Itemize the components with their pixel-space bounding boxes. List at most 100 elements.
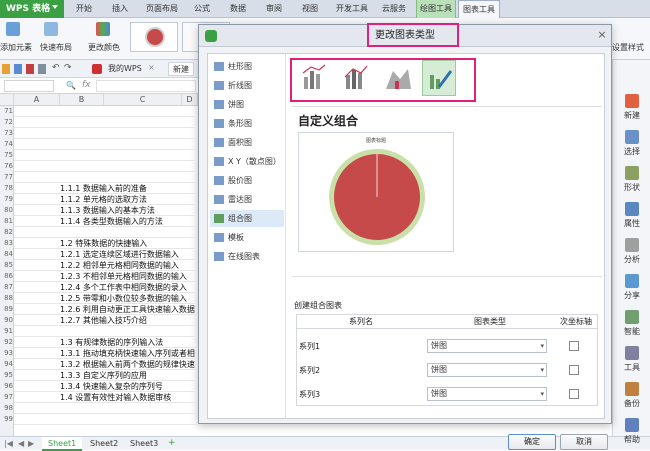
select-all-corner[interactable] <box>0 94 14 106</box>
tab-new[interactable]: 新建 <box>168 62 194 76</box>
row-number[interactable]: 93 <box>0 348 14 359</box>
row-number[interactable]: 71 <box>0 106 14 117</box>
row-number[interactable]: 79 <box>0 194 14 205</box>
row-number[interactable]: 97 <box>0 392 14 403</box>
row-number[interactable]: 88 <box>0 293 14 304</box>
preview-icon[interactable] <box>38 64 46 74</box>
tab-formula[interactable]: 公式 <box>188 0 216 18</box>
row-number[interactable]: 81 <box>0 216 14 227</box>
save-icon[interactable] <box>14 64 22 74</box>
close-icon[interactable]: × <box>595 28 609 42</box>
row-number[interactable]: 91 <box>0 326 14 337</box>
row-number[interactable]: 99 <box>0 414 14 425</box>
tab-developer[interactable]: 开发工具 <box>332 0 372 18</box>
row-number[interactable]: 75 <box>0 150 14 161</box>
sheet-tab-2[interactable]: Sheet2 <box>84 437 124 451</box>
prev-sheet-icon[interactable]: ◀ <box>18 439 24 448</box>
cell-text[interactable]: 1.1.2 单元格的选取方法 <box>60 194 147 205</box>
tab-drawing-tools[interactable]: 绘图工具 <box>416 0 456 18</box>
chart-type-item[interactable]: 模板 <box>210 229 284 246</box>
row-number[interactable]: 95 <box>0 370 14 381</box>
tab-view[interactable]: 视图 <box>296 0 324 18</box>
column-header[interactable]: B <box>60 94 104 106</box>
first-sheet-icon[interactable]: |◀ <box>4 439 13 448</box>
fx-icon[interactable]: fx <box>82 80 91 90</box>
series-chart-type-select[interactable]: 饼图 ▾ <box>427 387 547 401</box>
chart-type-item[interactable]: 饼图 <box>210 96 284 113</box>
tab-home[interactable]: 开始 <box>70 0 98 18</box>
row-number[interactable]: 96 <box>0 381 14 392</box>
print-icon[interactable] <box>26 64 34 74</box>
chart-type-item[interactable]: 在线图表 <box>210 248 284 265</box>
chart-type-item[interactable]: 条形图 <box>210 115 284 132</box>
panel-item-new[interactable]: 新建 <box>613 90 650 126</box>
cell-text[interactable]: 1.1.4 各类型数据输入的方法 <box>60 216 163 227</box>
cell-text[interactable]: 1.2.6 利用自动更正工具快速输入数据 <box>60 304 195 315</box>
tab-close-icon[interactable]: × <box>148 63 155 72</box>
column-header[interactable]: A <box>14 94 60 106</box>
row-number[interactable]: 85 <box>0 260 14 271</box>
chart-type-item[interactable]: 面积图 <box>210 134 284 151</box>
row-number[interactable]: 74 <box>0 139 14 150</box>
panel-item-help[interactable]: 帮助 <box>613 414 650 450</box>
column-header[interactable]: D <box>182 94 198 106</box>
chart-type-item[interactable]: 股价图 <box>210 172 284 189</box>
cell-text[interactable]: 1.2.3 不相邻单元格相同数据的输入 <box>60 271 187 282</box>
row-number[interactable]: 89 <box>0 304 14 315</box>
chart-type-item[interactable]: 组合图 <box>210 210 284 227</box>
row-number[interactable]: 94 <box>0 359 14 370</box>
cancel-button[interactable]: 取消 <box>560 434 608 450</box>
chart-type-item[interactable]: X Y（散点图） <box>210 153 284 170</box>
formula-input[interactable] <box>96 80 196 92</box>
redo-icon[interactable]: ↷ <box>64 63 72 73</box>
cell-text[interactable]: 1.2.7 其他输入技巧介绍 <box>60 315 147 326</box>
tab-insert[interactable]: 插入 <box>106 0 134 18</box>
add-element-button[interactable]: 添加元素 <box>0 42 32 53</box>
tab-review[interactable]: 审阅 <box>260 0 288 18</box>
panel-item-share[interactable]: 分享 <box>613 270 650 306</box>
column-header[interactable]: C <box>104 94 182 106</box>
panel-item-tool[interactable]: 工具 <box>613 342 650 378</box>
panel-item-backup[interactable]: 备份 <box>613 378 650 414</box>
cell-text[interactable]: 1.1.3 数据输入的基本方法 <box>60 205 155 216</box>
zoom-icon[interactable]: 🔍 <box>66 81 76 90</box>
undo-icon[interactable]: ↶ <box>52 63 60 73</box>
cell-text[interactable]: 1.2.4 多个工作表中相同数据的录入 <box>60 282 187 293</box>
row-number[interactable]: 92 <box>0 337 14 348</box>
tab-my-wps[interactable]: 我的WPS <box>104 62 146 76</box>
tab-chart-tools[interactable]: 图表工具 <box>458 0 500 18</box>
cell-text[interactable]: 1.2.2 相邻单元格相同数据的输入 <box>60 260 179 271</box>
cell-text[interactable]: 1.4 设置有效性对输入数据审核 <box>60 392 171 403</box>
panel-item-smart[interactable]: 智能 <box>613 306 650 342</box>
row-number[interactable]: 86 <box>0 271 14 282</box>
row-number[interactable]: 80 <box>0 205 14 216</box>
secondary-axis-checkbox[interactable] <box>569 365 579 375</box>
row-number[interactable]: 83 <box>0 238 14 249</box>
row-number[interactable]: 77 <box>0 172 14 183</box>
secondary-axis-checkbox[interactable] <box>569 341 579 351</box>
panel-item-shape[interactable]: 形状 <box>613 162 650 198</box>
chart-style-thumb-1[interactable] <box>130 22 178 52</box>
row-number[interactable]: 90 <box>0 315 14 326</box>
set-style-button[interactable]: 设置样式 <box>612 42 644 53</box>
row-number[interactable]: 84 <box>0 249 14 260</box>
panel-item-property[interactable]: 属性 <box>613 198 650 234</box>
cell-text[interactable]: 1.1.1 数据输入前的准备 <box>60 183 147 194</box>
chart-type-item[interactable]: 雷达图 <box>210 191 284 208</box>
tab-data[interactable]: 数据 <box>224 0 252 18</box>
row-number[interactable]: 72 <box>0 117 14 128</box>
tab-cloud[interactable]: 云服务 <box>376 0 412 18</box>
chart-type-item[interactable]: 折线图 <box>210 77 284 94</box>
row-number[interactable]: 98 <box>0 403 14 414</box>
chart-type-item[interactable]: 柱形图 <box>210 58 284 75</box>
cell-text[interactable]: 1.3.2 根据输入前两个数据的规律快速 <box>60 359 195 370</box>
cell-text[interactable]: 1.3.1 拖动填充柄快速输入序列或者相 <box>60 348 195 359</box>
cell-text[interactable]: 1.3.4 快速输入复杂的序列号 <box>60 381 163 392</box>
panel-item-analysis[interactable]: 分析 <box>613 234 650 270</box>
cell-text[interactable]: 1.3.3 自定义序列的应用 <box>60 370 147 381</box>
change-color-button[interactable]: 更改颜色 <box>88 42 120 53</box>
row-number[interactable]: 78 <box>0 183 14 194</box>
row-number[interactable]: 76 <box>0 161 14 172</box>
next-sheet-icon[interactable]: ▶ <box>28 439 34 448</box>
sheet-tab-1[interactable]: Sheet1 <box>42 437 83 451</box>
